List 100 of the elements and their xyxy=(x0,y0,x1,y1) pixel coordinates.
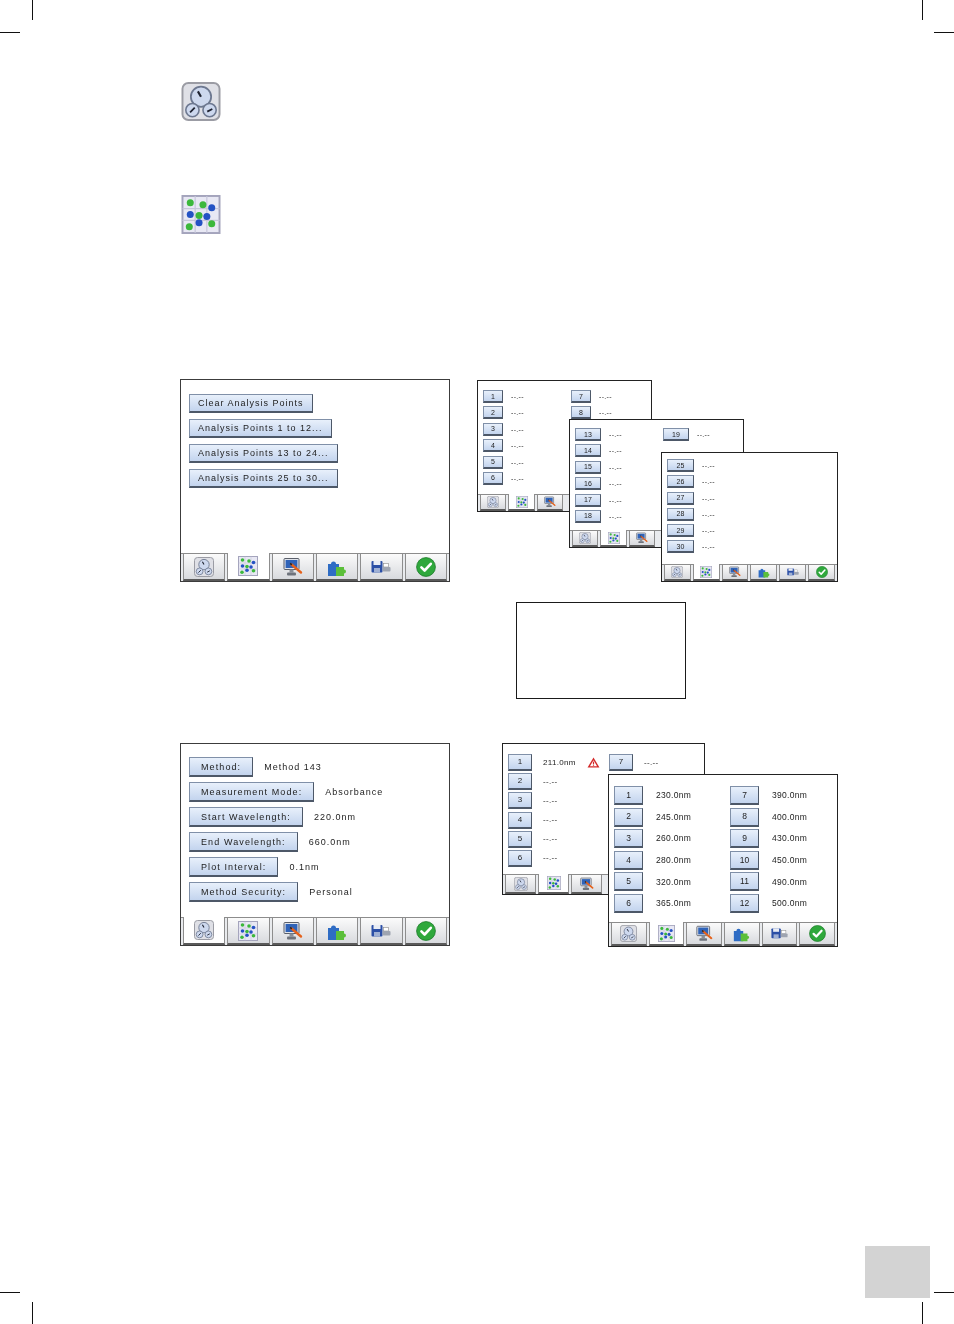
toolbar-tab[interactable] xyxy=(227,918,270,945)
index-block xyxy=(865,1246,930,1298)
point-button[interactable]: 3 xyxy=(614,829,643,849)
toolbar-tab[interactable] xyxy=(316,918,359,945)
toolbar-tab[interactable] xyxy=(536,495,564,511)
field-value: 0.1nm xyxy=(289,862,320,872)
toolbar-tab[interactable] xyxy=(360,918,403,945)
point-button[interactable]: 3 xyxy=(508,792,532,810)
crop-mark xyxy=(0,32,20,33)
scatter-plot-icon xyxy=(515,495,528,508)
toolbar-tab[interactable] xyxy=(750,565,778,581)
point-value: 260.0nm xyxy=(656,834,692,843)
toolbar-tab[interactable] xyxy=(571,875,603,894)
field-button[interactable]: Method Security: xyxy=(189,882,299,902)
point-button[interactable]: 10 xyxy=(730,850,759,870)
menu-button[interactable]: Analysis Points 25 to 30... xyxy=(189,469,338,488)
toolbar-tab[interactable] xyxy=(508,494,535,511)
toolbar-tab[interactable] xyxy=(505,875,537,894)
point-button[interactable]: 1 xyxy=(614,786,643,805)
toolbar-tab[interactable] xyxy=(648,922,685,946)
toolbar-tab[interactable] xyxy=(271,918,314,945)
point-value: 280.0nm xyxy=(656,856,692,865)
field-button[interactable]: Measurement Mode: xyxy=(189,782,315,802)
point-button[interactable]: 6 xyxy=(614,893,643,913)
scatter-plot-icon xyxy=(546,876,561,890)
check-icon xyxy=(815,566,828,578)
toolbar-tab[interactable] xyxy=(404,918,447,945)
monitor-pen-icon xyxy=(282,556,303,577)
point-value: --.-- xyxy=(543,835,558,844)
point-button[interactable]: 8 xyxy=(730,807,759,827)
point-button[interactable]: 2 xyxy=(614,807,643,827)
point-value: --.-- xyxy=(543,854,558,863)
point-button[interactable]: 7 xyxy=(730,786,759,805)
field-value: 220.0nm xyxy=(313,812,356,822)
point-button[interactable]: 9 xyxy=(730,829,759,849)
crop-mark xyxy=(922,1302,923,1324)
toolbar-tab[interactable] xyxy=(808,565,835,581)
point-button[interactable]: 5 xyxy=(614,872,643,892)
point-button[interactable]: 5 xyxy=(508,830,532,848)
toolbar-tab[interactable] xyxy=(538,874,570,894)
field-value: Personal xyxy=(309,887,353,897)
point-button[interactable]: 4 xyxy=(614,850,643,870)
menu-button[interactable]: Analysis Points 13 to 24... xyxy=(189,444,338,463)
check-icon xyxy=(415,556,436,577)
point-value: 490.0nm xyxy=(772,877,808,887)
toolbar-tab[interactable] xyxy=(723,923,760,946)
toolbar-tab[interactable] xyxy=(779,565,807,581)
field-button[interactable]: Plot Interval: xyxy=(189,857,279,877)
point-button[interactable]: 7 xyxy=(609,754,633,771)
point-value: 500.0nm xyxy=(772,899,808,908)
toolbar-tab[interactable] xyxy=(572,531,599,547)
toolbar-tab[interactable] xyxy=(316,554,359,581)
point-value: --.-- xyxy=(644,758,659,767)
toolbar-tab[interactable] xyxy=(799,923,835,946)
point-value: --.-- xyxy=(543,816,558,825)
monitor-pen-icon xyxy=(282,920,303,941)
crop-mark xyxy=(934,1292,954,1293)
toolbar-tab[interactable] xyxy=(628,531,656,547)
toolbar-tab[interactable] xyxy=(227,553,270,581)
toolbar-tab[interactable] xyxy=(183,554,226,581)
field-value: Absorbance xyxy=(325,787,384,797)
point-button[interactable]: 6 xyxy=(508,849,532,867)
puzzle-pieces-icon xyxy=(757,566,770,578)
toolbar-tab[interactable] xyxy=(183,917,226,945)
gauge-icon xyxy=(513,876,528,891)
menu-button[interactable]: Analysis Points 1 to 12... xyxy=(189,419,332,438)
toolbar-tab[interactable] xyxy=(761,923,798,946)
toolbar-tab[interactable] xyxy=(600,530,627,547)
point-button[interactable]: 4 xyxy=(508,811,532,829)
toolbar-tab[interactable] xyxy=(404,554,447,581)
field-button[interactable]: Start Wavelength: xyxy=(189,807,303,827)
crop-mark xyxy=(32,1302,33,1324)
toolbar-tab[interactable] xyxy=(271,554,314,581)
toolbar-tab[interactable] xyxy=(721,565,749,581)
field-button[interactable]: Method: xyxy=(189,757,254,777)
scatter-plot-icon xyxy=(238,920,259,941)
toolbar-tab[interactable] xyxy=(480,495,507,511)
scatter-plot-icon xyxy=(658,924,675,942)
gauge-icon xyxy=(620,925,638,942)
gauge-icon xyxy=(194,556,215,577)
point-value: 390.0nm xyxy=(772,791,808,800)
point-button[interactable]: 2 xyxy=(508,773,532,791)
point-button[interactable]: 11 xyxy=(730,872,759,892)
toolbar-tab[interactable] xyxy=(360,554,403,581)
gauge-icon xyxy=(181,82,221,121)
toolbar-tab[interactable] xyxy=(692,564,720,581)
field-value: 660.0nm xyxy=(308,837,351,847)
crop-mark xyxy=(0,1292,20,1293)
scatter-plot-icon xyxy=(700,565,713,578)
toolbar-tab[interactable] xyxy=(664,565,691,581)
point-button[interactable]: 12 xyxy=(730,893,759,913)
toolbar-tab[interactable] xyxy=(611,923,647,946)
crop-mark xyxy=(922,0,923,20)
toolbar-tab[interactable] xyxy=(686,923,722,946)
point-value: 230.0nm xyxy=(656,791,692,800)
point-value: 320.0nm xyxy=(656,877,692,887)
menu-button[interactable]: Clear Analysis Points xyxy=(189,394,313,413)
point-button[interactable]: 1 xyxy=(508,754,532,771)
field-button[interactable]: End Wavelength: xyxy=(189,832,298,852)
point-value: 365.0nm xyxy=(656,899,692,908)
